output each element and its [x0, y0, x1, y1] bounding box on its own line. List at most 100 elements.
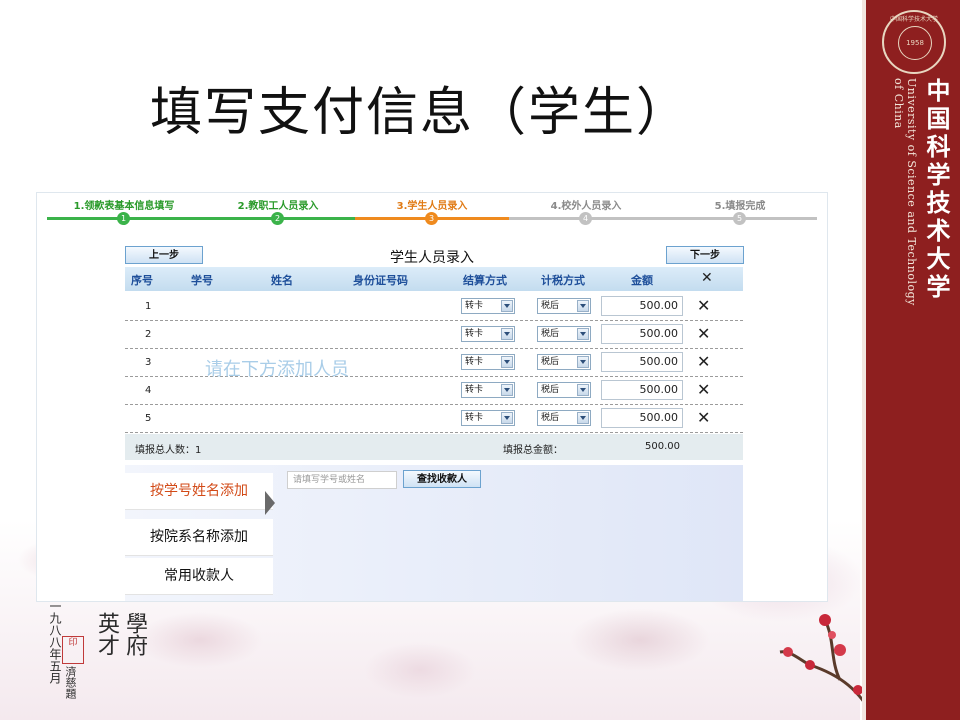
col-header-id-number: 身份证号码: [353, 274, 408, 287]
table-header: 序号 学号 姓名 身份证号码 结算方式 计税方式 金额 ✕: [125, 267, 743, 291]
calligraphy-note: 一九八八年五月: [48, 600, 62, 684]
find-payee-button[interactable]: 查找收款人: [403, 470, 481, 488]
university-banner: 中国科学技术大学 1958 中国科学技术大学 University of Sci…: [862, 0, 960, 720]
chevron-down-icon: [501, 328, 513, 340]
chevron-down-icon: [501, 412, 513, 424]
step-number: 3: [425, 212, 438, 225]
step-number: 5: [733, 212, 746, 225]
step-label: 3.学生人员录入: [396, 201, 468, 212]
tax-value: 税后: [541, 413, 560, 423]
tab-frequent-payees[interactable]: 常用收款人: [125, 558, 273, 595]
row-number: 3: [145, 357, 152, 368]
calligraphy-text-2: 學府: [122, 612, 147, 656]
active-tab-arrow-icon: [265, 491, 275, 515]
delete-all-icon[interactable]: ✕: [701, 270, 713, 286]
step-label: 2.教职工人员录入: [237, 201, 319, 212]
tax-value: 税后: [541, 357, 560, 367]
step-number: 1: [117, 212, 130, 225]
university-name-en: University of Science and Technology of …: [892, 78, 918, 306]
step-5[interactable]: 5.填报完成 5: [663, 195, 817, 229]
next-step-button[interactable]: 下一步: [666, 246, 744, 264]
delete-row-icon[interactable]: ✕: [697, 380, 710, 399]
col-header-tax: 计税方式: [541, 274, 585, 287]
col-header-no: 序号: [131, 274, 153, 287]
tax-value: 税后: [541, 329, 560, 339]
row-number: 2: [145, 329, 152, 340]
university-name-cn: 中国科学技术大学: [922, 78, 951, 302]
settlement-value: 转卡: [465, 413, 484, 423]
amount-input[interactable]: 500.00: [601, 380, 683, 400]
calligraphy-signature: 濟慈題: [64, 666, 77, 699]
tax-select[interactable]: 税后: [537, 298, 591, 314]
row-number: 4: [145, 385, 152, 396]
step-3[interactable]: 3.学生人员录入 3: [355, 195, 509, 229]
add-people-hint: 请在下方添加人员: [205, 359, 349, 380]
table-row: 1 转卡 税后 500.00 ✕: [125, 293, 743, 321]
slide-title: 填写支付信息（学生）: [150, 83, 691, 143]
row-number: 1: [145, 301, 152, 312]
amount-input[interactable]: 500.00: [601, 408, 683, 428]
university-logo: 中国科学技术大学 1958: [882, 10, 946, 74]
form-title: 学生人员录入: [390, 250, 474, 266]
logo-year: 1958: [898, 26, 932, 60]
tax-value: 税后: [541, 301, 560, 311]
settlement-select[interactable]: 转卡: [461, 326, 515, 342]
settlement-select[interactable]: 转卡: [461, 298, 515, 314]
settlement-select[interactable]: 转卡: [461, 382, 515, 398]
tax-select[interactable]: 税后: [537, 326, 591, 342]
chevron-down-icon: [501, 300, 513, 312]
seal-stamp: 印: [62, 636, 84, 664]
step-1[interactable]: 1.领款表基本信息填写 1: [47, 195, 201, 229]
total-amount-label: 填报总金额：: [503, 445, 563, 456]
col-header-amount: 金额: [631, 274, 653, 287]
calligraphy-inscription: 一九八八年五月 印 英才 學府 濟慈題: [40, 600, 150, 710]
chevron-down-icon: [577, 328, 589, 340]
delete-row-icon[interactable]: ✕: [697, 352, 710, 371]
tax-value: 税后: [541, 385, 560, 395]
col-header-settlement: 结算方式: [463, 274, 507, 287]
chevron-down-icon: [501, 384, 513, 396]
payee-search-input[interactable]: 请填写学号或姓名: [287, 471, 397, 489]
add-payee-section: 按学号姓名添加 按院系名称添加 常用收款人 请填写学号或姓名 查找收款人: [125, 465, 743, 601]
step-number: 4: [579, 212, 592, 225]
settlement-value: 转卡: [465, 357, 484, 367]
summary-bar: 填报总人数：1 填报总金额： 500.00: [125, 434, 743, 460]
settlement-value: 转卡: [465, 385, 484, 395]
col-header-student-id: 学号: [191, 274, 213, 287]
step-label: 4.校外人员录入: [550, 201, 622, 212]
table-row: 2 转卡 税后 500.00 ✕: [125, 321, 743, 349]
amount-input[interactable]: 500.00: [601, 352, 683, 372]
total-count: 填报总人数：1: [135, 445, 202, 456]
chevron-down-icon: [501, 356, 513, 368]
chevron-down-icon: [577, 384, 589, 396]
tab-by-department[interactable]: 按院系名称添加: [125, 519, 273, 556]
logo-ring-text: 中国科学技术大学: [889, 16, 938, 23]
total-amount-value: 500.00: [645, 441, 680, 452]
table-row: 5 转卡 税后 500.00 ✕: [125, 405, 743, 433]
chevron-down-icon: [577, 412, 589, 424]
settlement-select[interactable]: 转卡: [461, 354, 515, 370]
chevron-down-icon: [577, 300, 589, 312]
col-header-name: 姓名: [271, 274, 293, 287]
settlement-value: 转卡: [465, 329, 484, 339]
step-number: 2: [271, 212, 284, 225]
step-label: 5.填报完成: [714, 201, 766, 212]
settlement-value: 转卡: [465, 301, 484, 311]
step-label: 1.领款表基本信息填写: [73, 201, 175, 212]
row-number: 5: [145, 413, 152, 424]
app-screenshot-panel: 1.领款表基本信息填写 1 2.教职工人员录入 2 3.学生人员录入 3 4.校…: [36, 192, 828, 602]
delete-row-icon[interactable]: ✕: [697, 408, 710, 427]
settlement-select[interactable]: 转卡: [461, 410, 515, 426]
tax-select[interactable]: 税后: [537, 354, 591, 370]
prev-step-button[interactable]: 上一步: [125, 246, 203, 264]
delete-row-icon[interactable]: ✕: [697, 324, 710, 343]
amount-input[interactable]: 500.00: [601, 324, 683, 344]
step-4[interactable]: 4.校外人员录入 4: [509, 195, 663, 229]
table-row: 4 转卡 税后 500.00 ✕: [125, 377, 743, 405]
amount-input[interactable]: 500.00: [601, 296, 683, 316]
tax-select[interactable]: 税后: [537, 382, 591, 398]
tax-select[interactable]: 税后: [537, 410, 591, 426]
tab-by-id-name[interactable]: 按学号姓名添加: [125, 473, 273, 510]
delete-row-icon[interactable]: ✕: [697, 296, 710, 315]
step-2[interactable]: 2.教职工人员录入 2: [201, 195, 355, 229]
